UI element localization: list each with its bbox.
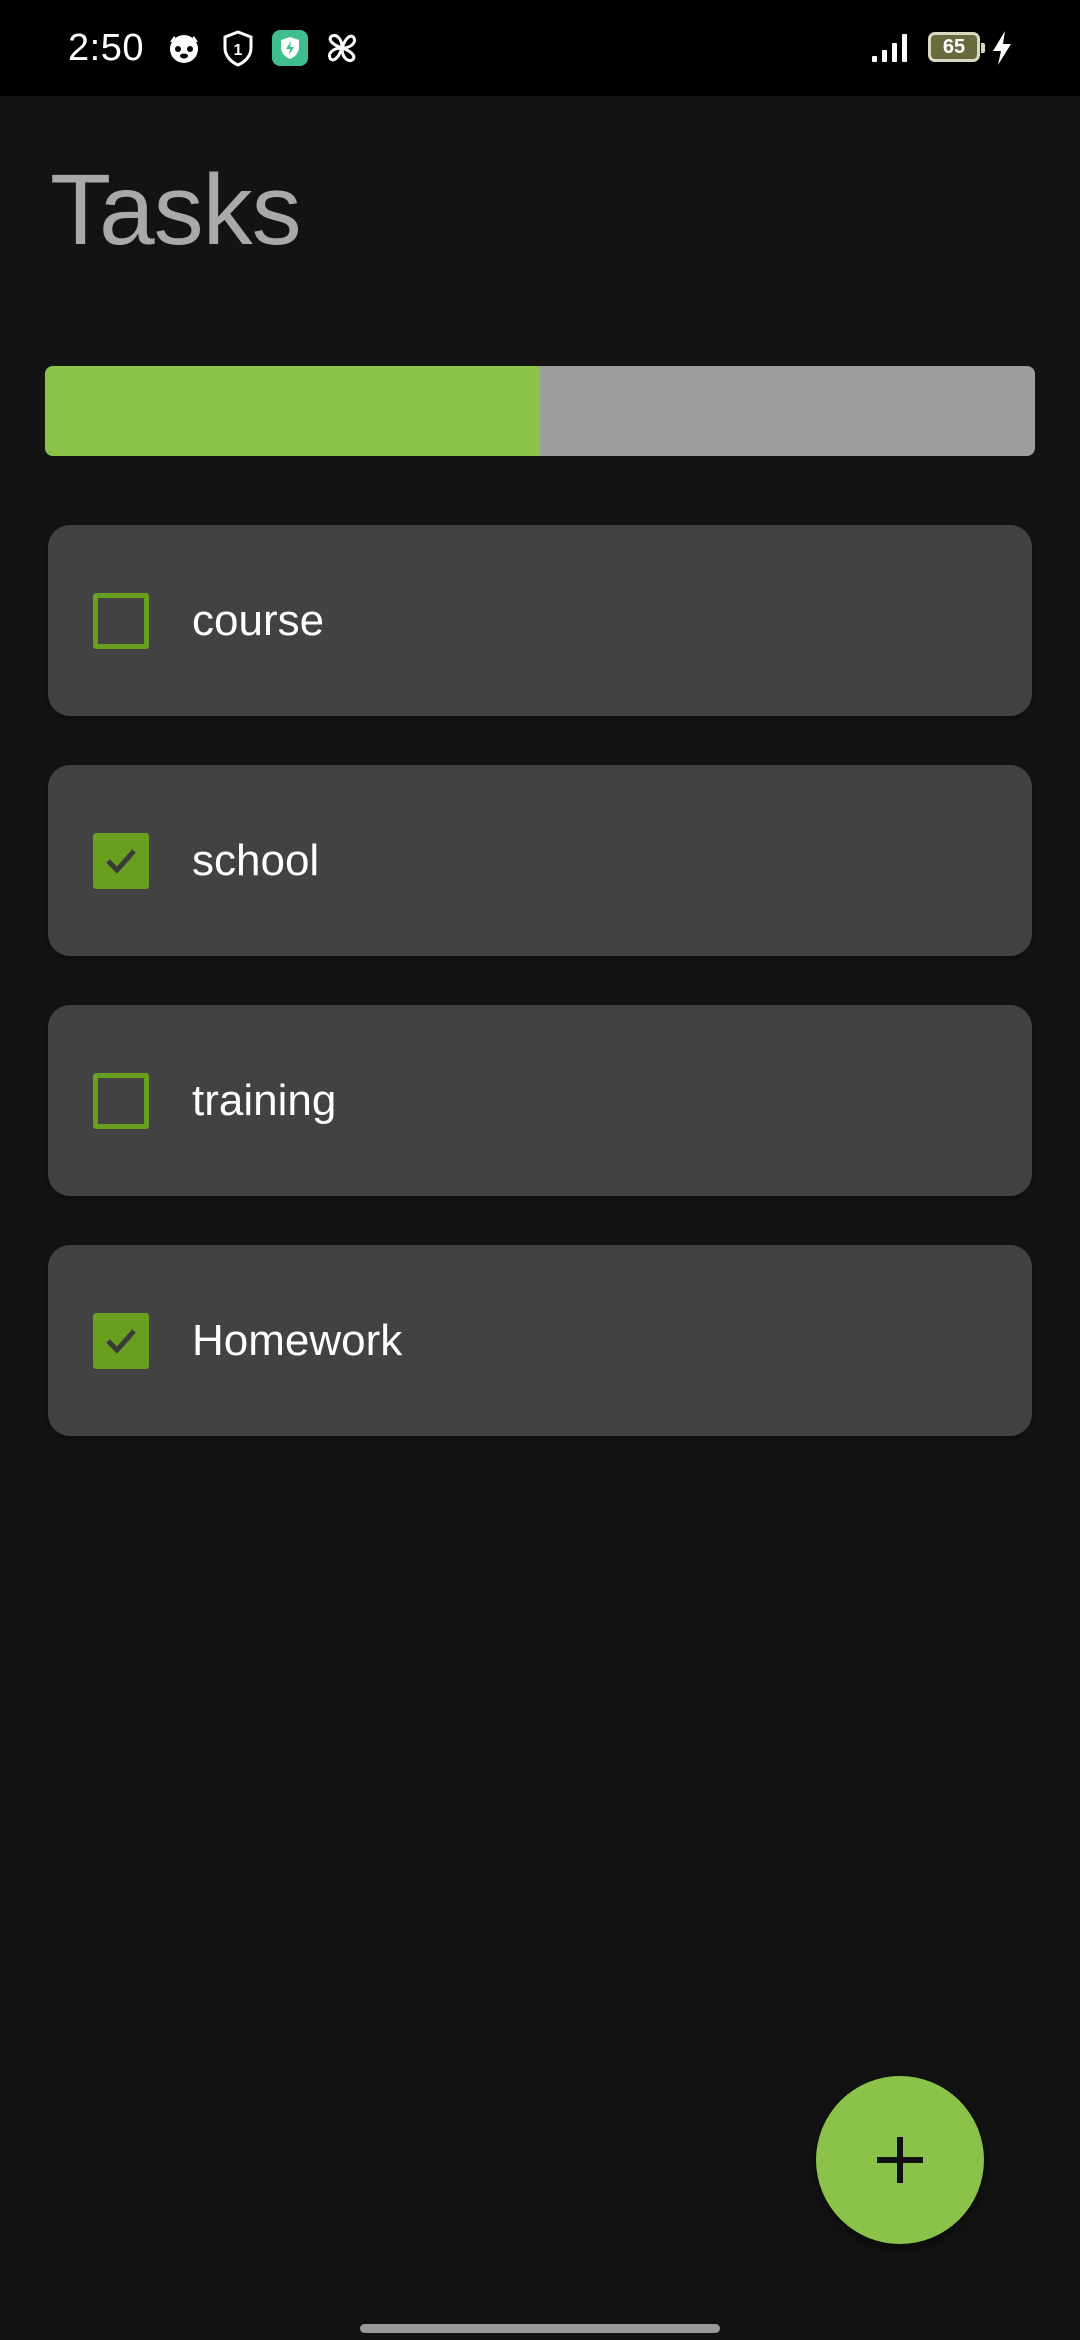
- gesture-bar[interactable]: [360, 2324, 720, 2333]
- task-label: school: [192, 836, 320, 885]
- task-checkbox[interactable]: [93, 833, 149, 889]
- task-card-course[interactable]: course: [48, 525, 1032, 716]
- progress-fill: [45, 366, 540, 456]
- pinwheel-icon: [322, 28, 362, 68]
- task-label: course: [192, 596, 325, 645]
- page-title: Tasks: [50, 154, 302, 266]
- task-label: Homework: [192, 1316, 403, 1365]
- task-checkbox[interactable]: [93, 1313, 149, 1369]
- battery-icon: 65: [928, 32, 985, 62]
- svg-text:1: 1: [234, 42, 243, 59]
- task-card-training[interactable]: training: [48, 1005, 1032, 1196]
- add-task-button[interactable]: [816, 2076, 984, 2244]
- shield-one-icon: 1: [218, 28, 258, 68]
- status-bar: 2:50 1 65: [0, 0, 1080, 96]
- progress-bar: [45, 366, 1035, 456]
- signal-icon: [868, 28, 912, 68]
- task-label: training: [192, 1076, 337, 1125]
- task-list: course school training Homework: [48, 525, 1032, 1485]
- battery-level: 65: [942, 36, 966, 58]
- task-card-school[interactable]: school: [48, 765, 1032, 956]
- check-icon: [106, 849, 136, 874]
- green-shield-app-icon: [270, 28, 310, 68]
- face-app-icon: [164, 28, 204, 68]
- task-checkbox[interactable]: [93, 1073, 149, 1129]
- plus-icon: [877, 2137, 923, 2183]
- task-card-homework[interactable]: Homework: [48, 1245, 1032, 1436]
- check-icon: [106, 1329, 136, 1354]
- status-time: 2:50: [68, 27, 144, 69]
- charging-bolt-icon: [988, 28, 1016, 68]
- task-checkbox[interactable]: [93, 593, 149, 649]
